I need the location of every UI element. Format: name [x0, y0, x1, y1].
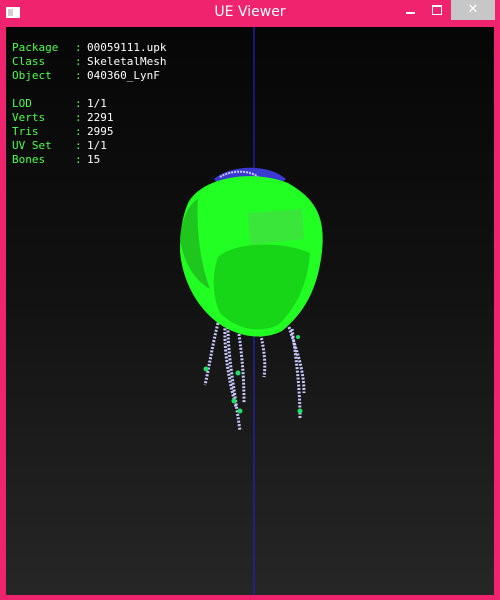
- title-bar[interactable]: UE Viewer ✕: [0, 0, 500, 27]
- info-label-package: Package: [12, 41, 59, 54]
- info-row-package: Package:00059111.upk: [12, 41, 166, 55]
- info-sep: :: [75, 111, 82, 124]
- info-row-uv-set: UV Set:1/1: [12, 139, 166, 153]
- info-sep: :: [75, 125, 82, 138]
- info-value-verts: 2291: [87, 111, 114, 124]
- mesh-shade-panel: [248, 209, 304, 245]
- maximize-button[interactable]: [424, 0, 450, 20]
- bone-joints: [203, 335, 303, 414]
- info-row-tris: Tris:2995: [12, 125, 166, 139]
- info-row-verts: Verts:2291: [12, 111, 166, 125]
- info-row-bones: Bones:15: [12, 153, 166, 167]
- info-label-uv-set: UV Set: [12, 139, 52, 152]
- info-label-object: Object: [12, 69, 52, 82]
- info-sep: :: [75, 55, 82, 68]
- mesh-info-panel: Package:00059111.upk Class: SkeletalMesh …: [12, 41, 166, 167]
- info-label-tris: Tris: [12, 125, 39, 138]
- minimize-button[interactable]: [396, 0, 424, 20]
- info-value-package: 00059111.upk: [87, 41, 167, 54]
- info-label-class: Class: [12, 55, 46, 68]
- info-label-verts: Verts: [12, 111, 46, 124]
- info-row-class: Class: SkeletalMesh: [12, 55, 166, 69]
- info-sep: :: [75, 97, 82, 110]
- info-value-bones: 15: [87, 153, 101, 166]
- info-row-object: Object:040360_LynF: [12, 69, 166, 83]
- info-sep: :: [75, 153, 82, 166]
- info-value-object: 040360_LynF: [87, 69, 160, 82]
- close-button[interactable]: ✕: [451, 0, 495, 20]
- info-sep: :: [75, 139, 82, 152]
- close-icon: ✕: [467, 2, 479, 17]
- info-value-uv-set: 1/1: [87, 139, 107, 152]
- info-label-lod: LOD: [12, 97, 32, 110]
- info-sep: :: [75, 69, 82, 82]
- info-value-class: SkeletalMesh: [87, 55, 167, 68]
- info-value-lod: 1/1: [87, 97, 107, 110]
- info-value-tris: 2995: [87, 125, 114, 138]
- info-label-bones: Bones: [12, 153, 46, 166]
- 3d-viewport[interactable]: Package:00059111.upk Class: SkeletalMesh …: [6, 27, 494, 595]
- app-window: UE Viewer ✕ Package: 00059111.upk Class…: [0, 0, 500, 600]
- info-sep: :: [75, 41, 82, 54]
- info-row-lod: LOD:1/1: [12, 97, 166, 111]
